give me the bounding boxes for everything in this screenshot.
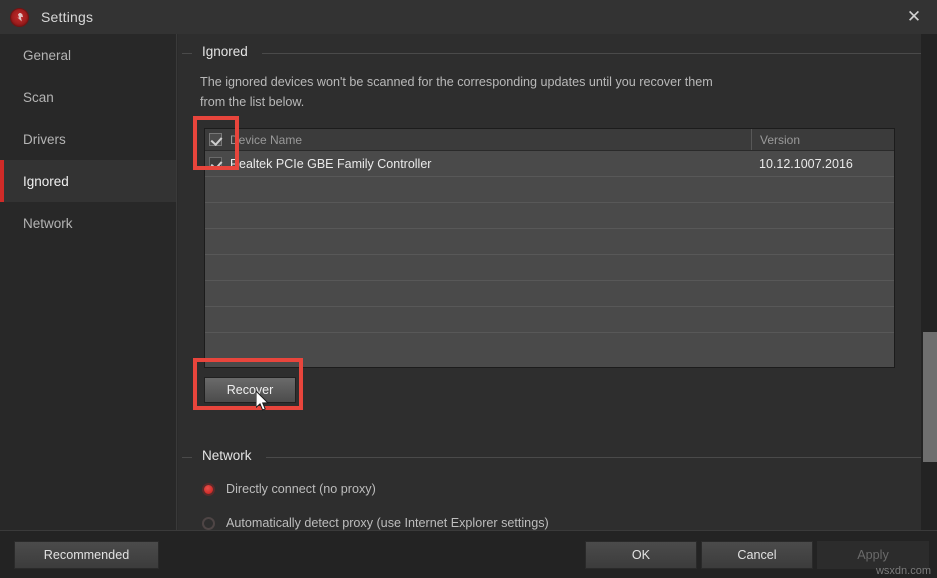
ignored-description: The ignored devices won't be scanned for…: [200, 75, 713, 109]
ignored-devices-table: Device Name Version Realtek PCIe GBE Fam…: [204, 128, 895, 368]
groupbox-line: [262, 53, 922, 54]
apply-button-label: Apply: [857, 548, 889, 562]
content-scrollbar-thumb[interactable]: [923, 332, 937, 462]
table-header-row: Device Name Version: [205, 129, 894, 151]
sidebar-item-label: General: [23, 47, 72, 63]
ok-button[interactable]: OK: [585, 541, 697, 569]
radio-label: Automatically detect proxy (use Internet…: [226, 516, 549, 530]
recommended-button[interactable]: Recommended: [14, 541, 159, 569]
table-row-empty: [205, 203, 894, 229]
network-legend: Network: [196, 448, 258, 463]
cell-device-name: Realtek PCIe GBE Family Controller: [205, 151, 751, 176]
table-row-empty: [205, 255, 894, 281]
radio-auto-detect-proxy[interactable]: Automatically detect proxy (use Internet…: [202, 516, 549, 530]
footer-bar: Recommended OK Cancel Apply wsxdn.com: [0, 530, 937, 578]
close-icon[interactable]: ✕: [891, 0, 937, 34]
sidebar-item-drivers[interactable]: Drivers: [0, 118, 176, 160]
radio-unselected-icon: [202, 516, 215, 530]
mouse-cursor: [256, 391, 269, 411]
table-header-version: Version: [751, 129, 894, 150]
recover-button[interactable]: Recover: [204, 377, 296, 403]
ignored-groupbox: Ignored The ignored devices won't be sca…: [182, 44, 930, 404]
sidebar-item-ignored[interactable]: Ignored: [0, 160, 176, 202]
watermark: wsxdn.com: [875, 565, 931, 577]
table-row-empty: [205, 229, 894, 255]
network-groupbox: Network Directly connect (no proxy) Auto…: [182, 448, 930, 530]
cancel-button[interactable]: Cancel: [701, 541, 813, 569]
device-name-label: Realtek PCIe GBE Family Controller: [230, 156, 432, 171]
window-title: Settings: [41, 9, 94, 25]
radio-label: Directly connect (no proxy): [226, 482, 376, 496]
sidebar-item-general[interactable]: General: [0, 34, 176, 76]
column-header-label: Version: [760, 132, 801, 147]
title-bar: Settings ✕: [0, 0, 937, 34]
sidebar-item-label: Ignored: [23, 173, 69, 189]
select-all-checkbox[interactable]: [209, 133, 222, 146]
table-row-empty: [205, 333, 894, 359]
table-header-device-name: Device Name: [205, 129, 751, 150]
groupbox-tick: [182, 53, 192, 54]
version-label: 10.12.1007.2016: [759, 156, 853, 171]
settings-window: Settings ✕ General Scan Drivers Ignored …: [0, 0, 937, 578]
row-checkbox[interactable]: [209, 157, 222, 170]
app-logo-icon: [10, 7, 29, 27]
groupbox-line: [266, 457, 922, 458]
sidebar-item-network[interactable]: Network: [0, 202, 176, 244]
radio-directly-connect[interactable]: Directly connect (no proxy): [202, 482, 376, 496]
cancel-button-label: Cancel: [737, 548, 777, 562]
ok-button-label: OK: [631, 548, 651, 562]
sidebar: General Scan Drivers Ignored Network: [0, 34, 177, 530]
content-scrollbar-track[interactable]: [921, 34, 937, 530]
table-row-empty: [205, 307, 894, 333]
cell-version: 10.12.1007.2016: [751, 151, 894, 176]
settings-content: Ignored The ignored devices won't be sca…: [178, 34, 937, 530]
sidebar-item-scan[interactable]: Scan: [0, 76, 176, 118]
groupbox-tick: [182, 457, 192, 458]
ignored-legend: Ignored: [196, 44, 254, 59]
radio-selected-icon: [202, 482, 215, 496]
table-row[interactable]: Realtek PCIe GBE Family Controller 10.12…: [205, 151, 894, 177]
table-row-empty: [205, 281, 894, 307]
column-header-label: Device Name: [230, 132, 303, 147]
sidebar-item-label: Scan: [23, 89, 54, 105]
table-row-empty: [205, 177, 894, 203]
sidebar-item-label: Drivers: [23, 131, 66, 147]
recommended-button-label: Recommended: [43, 548, 130, 562]
sidebar-item-label: Network: [23, 215, 73, 231]
